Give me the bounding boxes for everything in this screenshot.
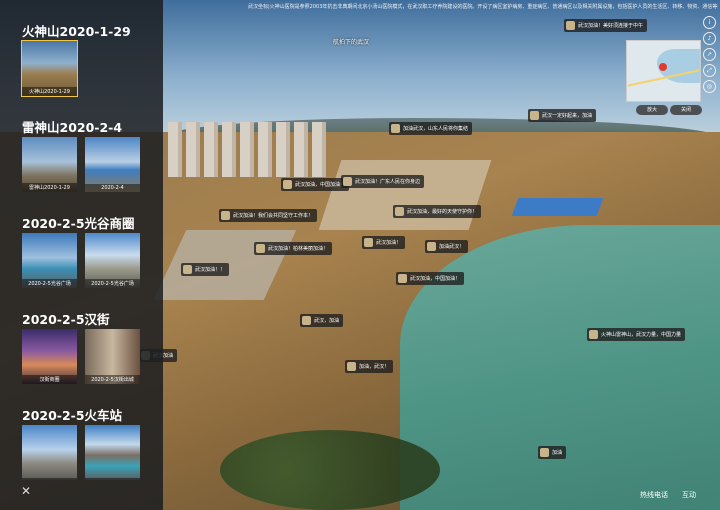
close-panel-icon[interactable]: ✕ <box>21 484 31 498</box>
avatar <box>540 448 549 457</box>
hotspot[interactable]: 加油武汉，山东人民将你集结 <box>389 122 473 135</box>
hotspot[interactable]: 武汉加油！柏林美丽加油！ <box>254 242 333 255</box>
thumbnail-image <box>22 425 77 480</box>
interact-link[interactable]: 互动 <box>682 490 696 500</box>
map-close-button[interactable]: 关闭 <box>670 105 702 115</box>
vr-icon[interactable]: ◎ <box>703 80 716 93</box>
hotspot[interactable]: 武汉加油！！ <box>181 263 230 276</box>
top-caption: 武汉坐标|火神山医院是参照2003年抗击非典期间北京小汤山医院模式，在武汉职工疗… <box>248 4 718 10</box>
blue-roof-buildings <box>511 198 604 216</box>
hotspot[interactable]: 加油 <box>538 446 567 459</box>
hotspot[interactable]: 火神山雷神山，武汉力量，中国力量 <box>587 328 686 341</box>
avatar <box>283 180 292 189</box>
hotspot[interactable]: 武汉加油！ <box>362 236 406 249</box>
avatar <box>566 21 575 30</box>
scene-thumbnail[interactable]: 火神山2020-1-29 <box>21 40 78 97</box>
scene-center-label: 航拍下的武汉 <box>333 39 370 46</box>
avatar <box>427 242 436 251</box>
avatar <box>343 177 352 186</box>
trees <box>220 430 440 510</box>
residential-towers <box>168 122 328 177</box>
section-title: 雷神山2020-2-4 <box>22 120 123 135</box>
scene-thumbnail[interactable]: 汉街商圈 <box>22 329 77 384</box>
location-pin-icon <box>659 63 667 71</box>
avatar <box>395 207 404 216</box>
avatar <box>256 244 265 253</box>
hotline-link[interactable]: 热线电话 <box>640 490 668 500</box>
avatar <box>391 124 400 133</box>
avatar <box>530 111 539 120</box>
section-title: 火神山2020-1-29 <box>22 24 131 39</box>
avatar <box>364 238 373 247</box>
hotspot[interactable]: 加油武汉！ <box>425 240 469 253</box>
hotspot[interactable]: 武汉，加油 <box>300 314 344 327</box>
section-title: 2020-2-5汉街 <box>22 312 110 327</box>
scene-thumbnail[interactable]: 2020-2-5光谷广场 <box>22 233 77 288</box>
scene-thumbnail[interactable]: 2020-2-4 <box>85 137 140 192</box>
avatar <box>221 211 230 220</box>
thumbnail-image <box>85 425 140 480</box>
hotspot[interactable]: 武汉一定好起来，加油 <box>528 109 597 122</box>
hotspot[interactable]: 武汉加油，最好的天使守护你！ <box>393 205 482 218</box>
avatar <box>302 316 311 325</box>
music-icon[interactable]: ♪ <box>703 32 716 45</box>
avatar <box>398 274 407 283</box>
avatar <box>347 362 356 371</box>
lake <box>400 225 720 510</box>
avatar <box>589 330 598 339</box>
section-title: 2020-2-5火车站 <box>22 408 123 423</box>
scene-thumbnail[interactable]: 2020-2-5光谷广场 <box>85 233 140 288</box>
scene-thumbnail[interactable]: 雷神山2020-1-29 <box>22 137 77 192</box>
scene-thumbnail[interactable] <box>85 425 140 480</box>
minimap[interactable] <box>626 40 701 102</box>
map-zoom-button[interactable]: 放大 <box>636 105 668 115</box>
scene-thumbnail[interactable]: 2020-2-5汉街出城 <box>85 329 140 384</box>
hotspot[interactable]: 武汉加油！广东人民在你身边 <box>341 175 425 188</box>
share-icon[interactable]: ↗ <box>703 48 716 61</box>
hotspot[interactable]: 加油，武汉！ <box>345 360 394 373</box>
avatar <box>183 265 192 274</box>
scene-list-panel: 火神山2020-1-29 火神山2020-1-29 雷神山2020-2-4 雷神… <box>0 0 163 510</box>
info-icon[interactable]: i <box>703 16 716 29</box>
fullscreen-icon[interactable]: ⤢ <box>703 64 716 77</box>
section-title: 2020-2-5光谷商圈 <box>22 216 135 231</box>
hotspot[interactable]: 武汉加油！我们会共同坚守工作本！ <box>219 209 318 222</box>
hospital-site <box>318 160 492 230</box>
scene-thumbnail[interactable] <box>22 425 77 480</box>
hotspot[interactable]: 武汉加油！美好须连接于中午 <box>564 19 648 32</box>
hotspot[interactable]: 武汉加油，中国加油！ <box>396 272 465 285</box>
hotspot[interactable]: 武汉加油，中国加油！ <box>281 178 350 191</box>
